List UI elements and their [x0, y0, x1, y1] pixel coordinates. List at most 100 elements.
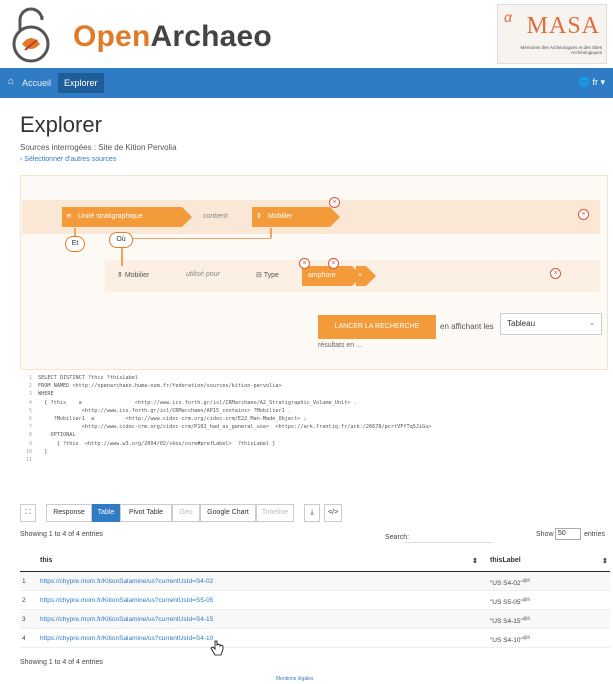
nav-accueil[interactable]: Accueil — [22, 78, 51, 88]
remove-row1-icon[interactable]: × — [578, 209, 589, 220]
row2-subject-label: Mobilier — [124, 272, 150, 279]
code-line: 1 SELECT DISTINCT ?this ?thisLabel — [20, 374, 580, 382]
remove-value-icon[interactable]: × — [328, 258, 339, 269]
tab-pivot-table[interactable]: Pivot Table — [120, 504, 172, 522]
column-header-thisLabel[interactable]: thisLabel — [490, 557, 521, 564]
remove-object-icon[interactable]: × — [329, 197, 340, 208]
layers-icon: ≋ — [66, 213, 72, 220]
type-icon: ⊟ — [256, 272, 264, 279]
row-uri-link[interactable]: https://chypre.mom.fr/KitionSalamine/us?… — [40, 578, 213, 585]
row-uri-link[interactable]: https://chypre.mom.fr/KitionSalamine/us?… — [40, 635, 213, 642]
row-index: 1 — [22, 578, 26, 585]
row-label-lang: @fr — [522, 635, 531, 640]
fullscreen-icon[interactable]: ⛶ — [20, 504, 36, 522]
row2-type-label: Type — [263, 272, 279, 279]
row-uri-link[interactable]: https://chypre.mom.fr/KitionSalamine/us?… — [40, 616, 213, 623]
brand-title[interactable]: OpenArchaeo — [73, 20, 272, 54]
property-contient[interactable]: contient — [203, 213, 228, 220]
row-label: "US S4-10"@fr — [490, 635, 530, 644]
row-index: 2 — [22, 597, 26, 604]
object-icon: ⚱ — [256, 213, 262, 220]
code-text: FROM NAMED <http://openarchaeo.huma-num.… — [38, 383, 282, 390]
value-label: amphore — [308, 272, 336, 279]
site-header: OpenArchaeo α MASA Mémoires des Archéolo… — [0, 0, 613, 68]
line-number: 8 — [28, 432, 32, 439]
line-number: 4 — [28, 399, 32, 406]
tab-google-chart[interactable]: Google Chart — [200, 504, 256, 522]
property-utilise-pour[interactable]: utilisé pour — [186, 271, 220, 278]
code-text: <http://www.cidoc-crm.org/cidoc-crm/P101… — [38, 424, 432, 431]
object-icon: ⚱ — [117, 272, 125, 279]
row2-subject[interactable]: ⚱ Mobilier — [117, 271, 149, 279]
code-text: { ?this <http://www.w3.org/2004/02/skos/… — [38, 440, 276, 447]
page-size-select[interactable]: 50 — [555, 528, 581, 540]
code-line: 9 { ?this <http://www.w3.org/2004/02/sko… — [20, 440, 580, 448]
display-label: en affichant les — [440, 322, 494, 331]
results-text: résultats en ... — [318, 342, 362, 349]
sort-icon[interactable]: ⇕ — [602, 557, 608, 565]
line-number: 2 — [28, 383, 32, 390]
remove-type-icon[interactable]: × — [299, 258, 310, 269]
table-row: 2 https://chypre.mom.fr/KitionSalamine/u… — [20, 591, 610, 610]
home-icon[interactable]: ⌂ — [8, 76, 14, 87]
code-line: 3 WHERE — [20, 390, 580, 398]
tab-geo[interactable]: Geo — [172, 504, 200, 522]
language-selector[interactable]: 🌐 fr ▾ — [579, 77, 605, 88]
line-number: 7 — [28, 424, 32, 431]
tab-response[interactable]: Response — [46, 504, 92, 522]
code-line: 8 OPTIONAL — [20, 431, 580, 439]
code-text: } — [38, 448, 48, 455]
remove-row2-icon[interactable]: × — [550, 268, 561, 279]
line-number: 9 — [28, 440, 32, 447]
line-number: 5 — [28, 407, 32, 414]
showing-entries-top: Showing 1 to 4 of 4 entries — [20, 531, 103, 538]
code-icon[interactable]: </> — [324, 504, 342, 522]
code-text: <http://www.ics.forth.gr/isl/CRMarchaeo/… — [38, 407, 291, 414]
hand-cursor-icon — [210, 640, 224, 656]
tab-table[interactable]: Table — [92, 504, 120, 522]
legal-notice-link[interactable]: Mentions légales — [276, 676, 314, 682]
column-header-this[interactable]: this — [40, 557, 52, 564]
table-row: 3 https://chypre.mom.fr/KitionSalamine/u… — [20, 610, 610, 629]
sort-icon[interactable]: ⇕ — [472, 557, 478, 565]
sparql-editor[interactable]: 1 SELECT DISTINCT ?this ?thisLabel 2 FROM N… — [20, 374, 580, 494]
masa-logo[interactable]: α MASA Mémoires des Archéologues et des … — [497, 4, 607, 64]
subject-chip-us[interactable]: ≋ Unité stratigraphique — [62, 207, 192, 227]
value-chip-amphore[interactable]: amphore — [302, 266, 362, 286]
add-criteria-button[interactable]: + — [356, 266, 376, 286]
and-button[interactable]: Et — [65, 236, 85, 252]
row-label: "US S5-05"@fr — [490, 597, 530, 606]
row2-type[interactable]: ⊟ Type — [256, 271, 279, 279]
display-mode-value: Tableau — [507, 319, 536, 328]
object-chip-mobilier[interactable]: ⚱ Mobilier — [252, 207, 340, 227]
display-mode-select[interactable]: Tableau ⌄ — [500, 313, 602, 335]
masa-alpha: α — [504, 9, 512, 25]
row-label: "US S4-02"@fr — [490, 578, 530, 587]
row-index: 4 — [22, 635, 26, 642]
showing-entries-bottom: Showing 1 to 4 of 4 entries — [20, 659, 103, 666]
table-row: 1 https://chypre.mom.fr/KitionSalamine/u… — [20, 572, 610, 591]
or-button[interactable]: Où — [109, 232, 133, 248]
tab-timeline[interactable]: Timeline — [256, 504, 294, 522]
download-icon[interactable]: ⤓ — [304, 504, 320, 522]
row-uri-link[interactable]: https://chypre.mom.fr/KitionSalamine/us?… — [40, 597, 213, 604]
code-line: 5 <http://www.ics.forth.gr/isl/CRMarchae… — [20, 407, 580, 415]
row-index: 3 — [22, 616, 26, 623]
row-label-text: "US S4-10" — [490, 637, 523, 645]
connector-line — [121, 246, 123, 266]
navbar: ⌂ Accueil Explorer 🌐 fr ▾ — [0, 68, 613, 98]
search-input[interactable] — [405, 529, 493, 543]
line-number: 11 — [25, 457, 32, 464]
line-number: 3 — [28, 391, 32, 398]
show-label: Show — [536, 531, 554, 538]
launch-search-button[interactable]: LANCER LA RECHERCHE — [318, 315, 436, 339]
select-sources-link[interactable]: ‹ Sélectionner d'autres sources — [20, 156, 116, 163]
entries-label: entries — [584, 531, 606, 538]
code-line: 2 FROM NAMED <http://openarchaeo.huma-num… — [20, 382, 580, 390]
subject-label: Unité stratigraphique — [78, 213, 143, 220]
table-row: 4 https://chypre.mom.fr/KitionSalamine/u… — [20, 629, 610, 648]
connector-line — [270, 228, 272, 238]
object-label: Mobilier — [268, 213, 293, 220]
nav-explorer[interactable]: Explorer — [58, 73, 104, 93]
code-text: SELECT DISTINCT ?this ?thisLabel — [38, 375, 138, 381]
